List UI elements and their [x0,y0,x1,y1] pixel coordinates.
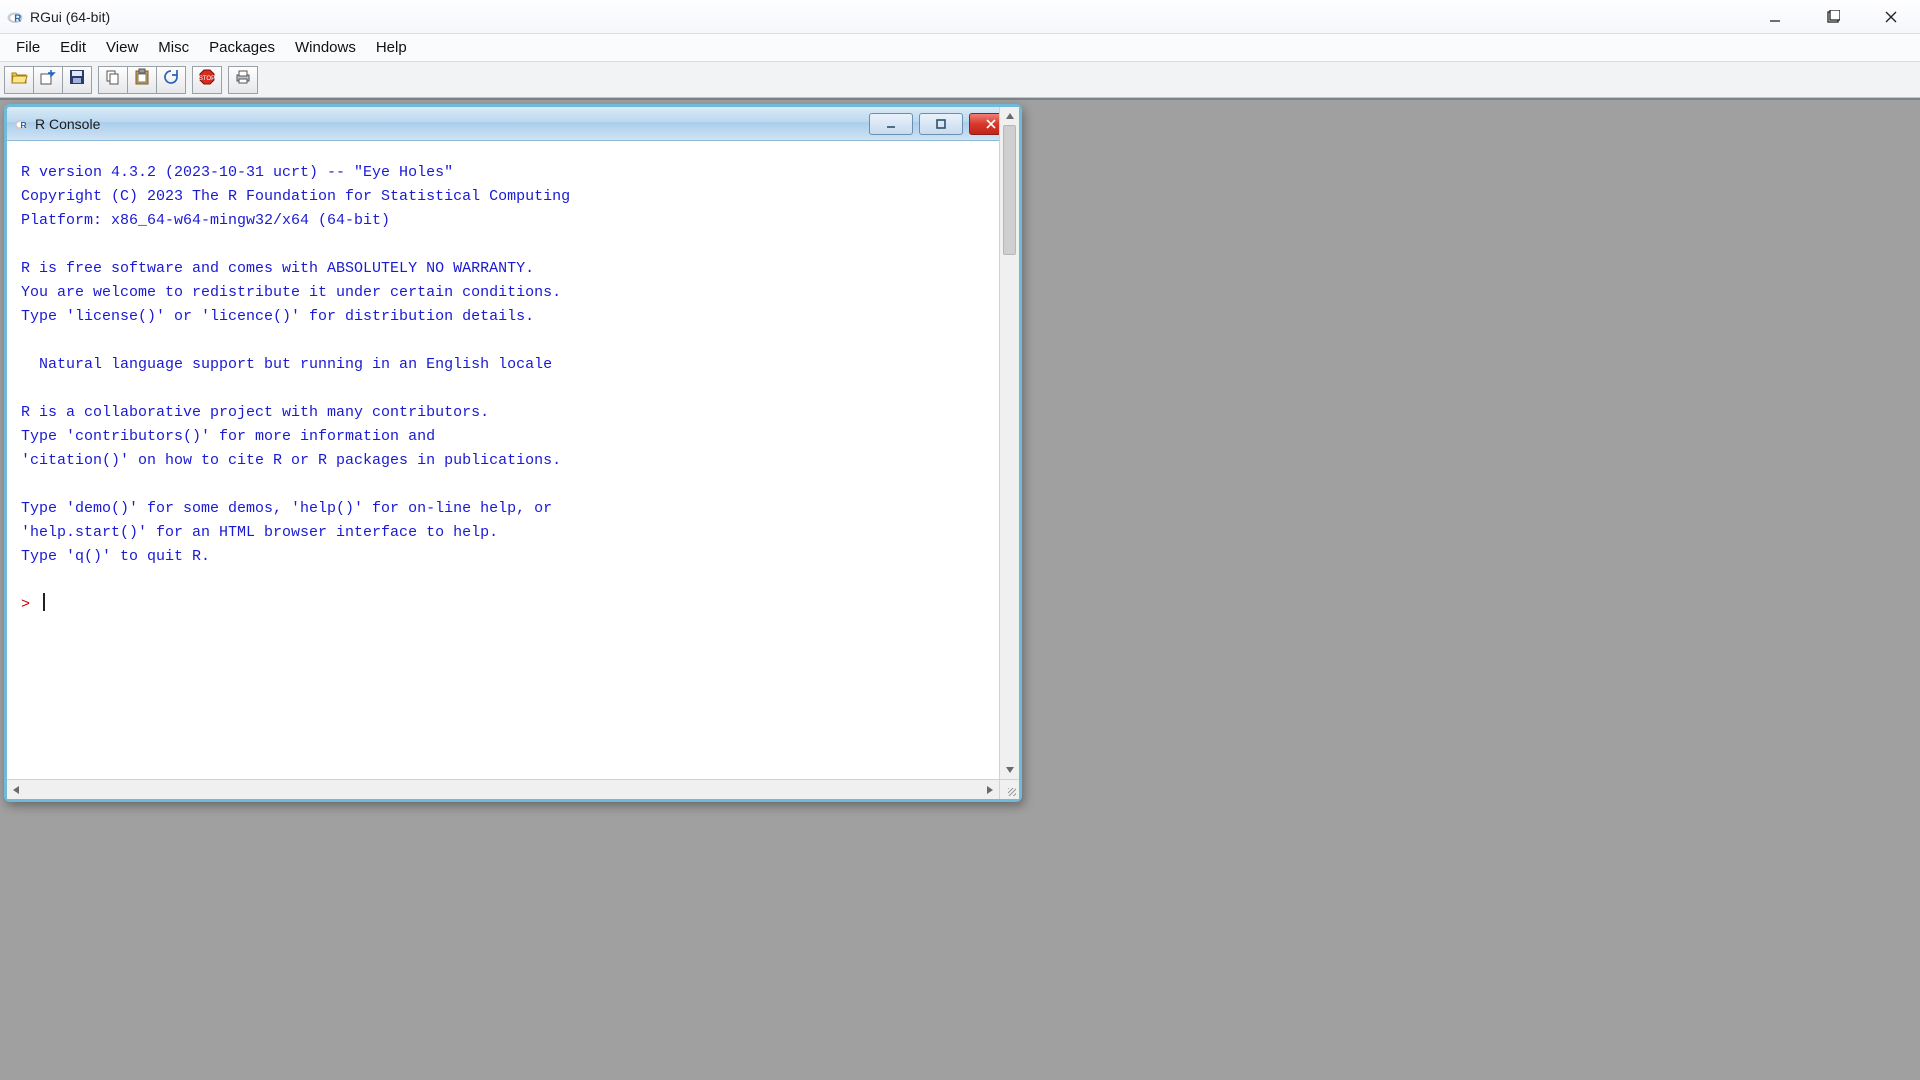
menu-help[interactable]: Help [366,37,417,58]
resize-grip[interactable] [999,779,1019,799]
console-line: Type 'demo()' for some demos, 'help()' f… [21,497,995,521]
vertical-scrollbar[interactable] [999,107,1019,779]
menu-view[interactable]: View [96,37,148,58]
printer-icon [234,68,252,91]
console-line: Copyright (C) 2023 The R Foundation for … [21,185,995,209]
console-line: Platform: x86_64-w64-mingw32/x64 (64-bit… [21,209,995,233]
open-folder-icon [10,68,28,91]
menu-packages[interactable]: Packages [199,37,285,58]
svg-text:STOP: STOP [199,76,215,82]
copy-paste-button[interactable] [156,66,186,94]
stop-icon: STOP [198,68,216,91]
console-line: 'citation()' on how to cite R or R packa… [21,449,995,473]
copy-icon [104,68,122,91]
console-line: You are welcome to redistribute it under… [21,281,995,305]
maximize-button[interactable] [1804,0,1862,34]
copy-button[interactable] [98,66,128,94]
text-cursor [43,593,45,611]
menu-file[interactable]: File [6,37,50,58]
main-titlebar: R RGui (64-bit) [0,0,1920,34]
horizontal-scrollbar[interactable] [7,779,999,799]
prompt: > [21,596,39,613]
scroll-down-icon[interactable] [1000,761,1019,779]
scroll-right-icon[interactable] [981,780,999,799]
console-line: Natural language support but running in … [21,353,995,377]
console-line: R is a collaborative project with many c… [21,401,995,425]
console-line [21,233,995,257]
console-title: R Console [35,116,100,132]
minimize-button[interactable] [1746,0,1804,34]
console-titlebar[interactable]: R R Console [7,107,1019,141]
console-line: R version 4.3.2 (2023-10-31 ucrt) -- "Ey… [21,161,995,185]
console-line [21,473,995,497]
console-line: Type 'license()' or 'licence()' for dist… [21,305,995,329]
toolbar: STOP [0,62,1920,98]
scroll-up-icon[interactable] [1000,107,1019,125]
console-maximize-button[interactable] [919,113,963,135]
scroll-thumb[interactable] [1003,125,1016,255]
console-line [21,377,995,401]
paste-icon [133,68,151,91]
scroll-track[interactable] [1000,125,1019,761]
console-prompt-line[interactable]: > [21,593,995,617]
mdi-area: R R Console R version 4.3.2 (2023-10-31 … [0,98,1920,1080]
console-line: R is free software and comes with ABSOLU… [21,257,995,281]
save-workspace-button[interactable] [62,66,92,94]
menu-misc[interactable]: Misc [148,37,199,58]
open-script-button[interactable] [4,66,34,94]
console-window: R R Console R version 4.3.2 (2023-10-31 … [4,104,1022,802]
menu-edit[interactable]: Edit [50,37,96,58]
menubar: File Edit View Misc Packages Windows Hel… [0,34,1920,62]
stop-button[interactable]: STOP [192,66,222,94]
console-line: Type 'contributors()' for more informati… [21,425,995,449]
paste-button[interactable] [127,66,157,94]
floppy-disk-icon [68,68,86,91]
menu-windows[interactable]: Windows [285,37,366,58]
load-workspace-button[interactable] [33,66,63,94]
r-logo-icon: R [6,8,24,26]
load-workspace-icon [39,68,57,91]
r-logo-icon: R [13,116,29,132]
main-title: RGui (64-bit) [30,9,110,25]
console-line: 'help.start()' for an HTML browser inter… [21,521,995,545]
console-line [21,329,995,353]
print-button[interactable] [228,66,258,94]
console-minimize-button[interactable] [869,113,913,135]
console-output[interactable]: R version 4.3.2 (2023-10-31 ucrt) -- "Ey… [7,141,1019,799]
close-button[interactable] [1862,0,1920,34]
svg-text:R: R [20,120,27,130]
refresh-icon [162,68,180,91]
console-line: Type 'q()' to quit R. [21,545,995,569]
svg-text:R: R [14,13,21,24]
scroll-track[interactable] [25,780,981,799]
scroll-left-icon[interactable] [7,780,25,799]
console-line [21,569,995,593]
